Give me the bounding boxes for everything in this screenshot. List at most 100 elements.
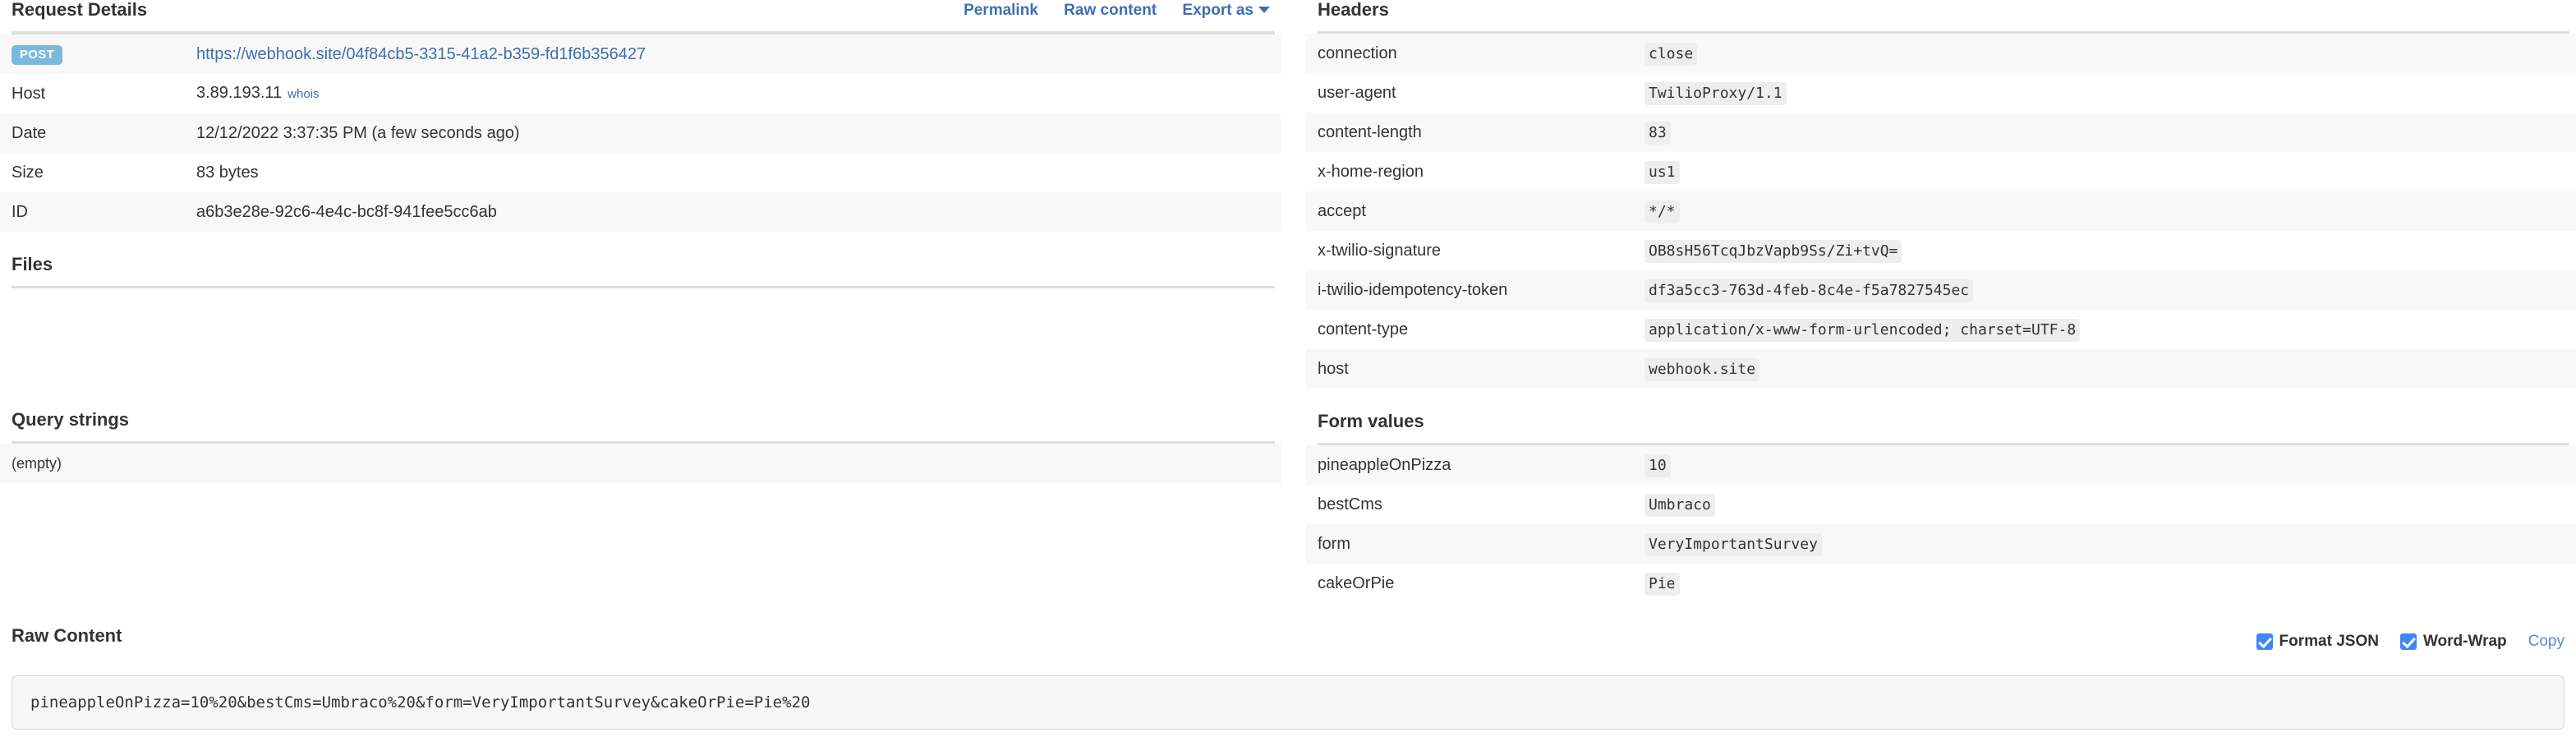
header-key-user-agent: user-agent — [1318, 84, 1396, 102]
word-wrap-toggle[interactable]: Word-Wrap — [2399, 633, 2507, 651]
table-row: connection close — [1306, 34, 2576, 73]
form-value-best-cms: Umbraco — [1644, 494, 2569, 517]
table-row: cakeOrPie Pie — [1306, 564, 2576, 603]
header-value-code: 83 — [1644, 122, 1671, 145]
query-strings-section: Query strings (empty) — [0, 410, 1281, 483]
row-key-host: Host — [12, 85, 46, 103]
request-actions: Permalink Raw content Export as — [942, 2, 1270, 20]
request-inspector-page: Request Details Permalink Raw content Ex… — [0, 0, 2576, 746]
header-value-content-length: 83 — [1644, 122, 2569, 145]
row-value-id: a6b3e28e-92c6-4e4c-bc8f-941fee5cc6ab — [196, 203, 497, 221]
header-key-x-twilio-signature: x-twilio-signature — [1318, 242, 1442, 260]
method-badge-cell: POST — [12, 44, 196, 65]
table-row-host: Host 3.89.193.11 whois — [0, 74, 1281, 113]
checkbox-checked-icon[interactable] — [2256, 633, 2273, 650]
table-row-id: ID a6b3e28e-92c6-4e4c-bc8f-941fee5cc6ab — [0, 192, 1281, 232]
request-details-rows: POST https://webhook.site/04f84cb5-3315-… — [0, 35, 1281, 232]
form-key-pineapple-on-pizza: pineappleOnPizza — [1318, 456, 1451, 474]
permalink-link[interactable]: Permalink — [964, 2, 1038, 19]
form-value-cake-or-pie: Pie — [1644, 573, 2569, 596]
header-value-code: df3a5cc3-763d-4feb-8c4e-f5a7827545ec — [1644, 279, 1974, 302]
whois-link[interactable]: whois — [288, 87, 319, 101]
form-key-form: form — [1318, 535, 1350, 553]
header-value-connection: close — [1644, 43, 2569, 66]
header-key-content-type: content-type — [1318, 320, 1409, 338]
request-details-header: Request Details Permalink Raw content Ex… — [0, 0, 1281, 31]
header-value-user-agent: TwilioProxy/1.1 — [1644, 82, 2569, 105]
table-row: content-type application/x-www-form-urle… — [1306, 310, 2576, 349]
raw-content-body[interactable]: pineappleOnPizza=10%20&bestCms=Umbraco%2… — [12, 675, 2564, 730]
row-key-size: Size — [12, 163, 44, 182]
form-values-section: Form values pineappleOnPizza 10 bestCms … — [1306, 412, 2576, 603]
table-row: i-twilio-idempotency-token df3a5cc3-763d… — [1306, 270, 2576, 310]
format-json-toggle[interactable]: Format JSON — [2256, 633, 2379, 651]
table-row: x-home-region us1 — [1306, 152, 2576, 191]
header-key-connection: connection — [1318, 44, 1397, 62]
headers-rows: connection close user-agent TwilioProxy/… — [1306, 34, 2576, 389]
export-as-label: Export as — [1182, 2, 1254, 19]
files-header: Files — [0, 255, 1281, 286]
form-values-rows: pineappleOnPizza 10 bestCms Umbraco form… — [1306, 445, 2576, 603]
form-key-cake-or-pie: cakeOrPie — [1318, 574, 1395, 592]
query-strings-empty-text: (empty) — [12, 454, 62, 472]
copy-button[interactable]: Copy — [2528, 633, 2564, 651]
request-url-link[interactable]: https://webhook.site/04f84cb5-3315-41a2-… — [196, 45, 646, 63]
form-values-header: Form values — [1306, 412, 2576, 443]
header-value-code: application/x-www-form-urlencoded; chars… — [1644, 319, 2081, 342]
table-row-method-url: POST https://webhook.site/04f84cb5-3315-… — [0, 35, 1281, 74]
header-value-i-twilio-idempotency-token: df3a5cc3-763d-4feb-8c4e-f5a7827545ec — [1644, 279, 2569, 302]
export-as-dropdown[interactable]: Export as — [1182, 2, 1270, 19]
form-key-best-cms: bestCms — [1318, 495, 1382, 513]
raw-content-section: Raw Content Format JSON Word-Wrap Copy p… — [0, 626, 2576, 730]
headers-section: Headers connection close user-agent Twil… — [1306, 0, 2576, 389]
row-value-host: 3.89.193.11 whois — [196, 83, 1275, 104]
header-key-accept: accept — [1318, 202, 1366, 220]
row-key-id: ID — [12, 203, 28, 221]
table-row-date: Date 12/12/2022 3:37:35 PM (a few second… — [0, 113, 1281, 153]
row-value-date: 12/12/2022 3:37:35 PM (a few seconds ago… — [196, 124, 520, 142]
table-row: bestCms Umbraco — [1306, 485, 2576, 524]
headers-header: Headers — [1306, 0, 2576, 31]
form-value-pineapple-on-pizza: 10 — [1644, 454, 2569, 477]
header-value-code: TwilioProxy/1.1 — [1644, 82, 1787, 105]
raw-content-title: Raw Content — [12, 625, 122, 646]
row-key-date: Date — [12, 124, 47, 142]
checkbox-checked-icon[interactable] — [2399, 633, 2417, 650]
table-row-size: Size 83 bytes — [0, 153, 1281, 192]
right-column: Headers connection close user-agent Twil… — [1306, 0, 2576, 603]
query-strings-header: Query strings — [0, 410, 1281, 441]
header-value-content-type: application/x-www-form-urlencoded; chars… — [1644, 319, 2569, 342]
form-value-code: 10 — [1644, 454, 1671, 477]
files-title: Files — [12, 254, 53, 274]
header-value-code: OB8sH56TcqJbzVapb9Ss/Zi+tvQ= — [1644, 240, 1902, 263]
status-badge: POST — [12, 45, 63, 65]
header-value-x-twilio-signature: OB8sH56TcqJbzVapb9Ss/Zi+tvQ= — [1644, 240, 2569, 263]
form-value-form: VeryImportantSurvey — [1644, 533, 2569, 556]
table-row: content-length 83 — [1306, 113, 2576, 152]
page-title: Request Details — [12, 0, 148, 20]
word-wrap-label: Word-Wrap — [2422, 633, 2507, 650]
table-row: user-agent TwilioProxy/1.1 — [1306, 73, 2576, 113]
table-row: pineappleOnPizza 10 — [1306, 445, 2576, 485]
files-section: Files — [0, 255, 1281, 410]
row-value-size: 83 bytes — [196, 163, 259, 182]
host-ip: 3.89.193.11 — [196, 84, 283, 102]
header-key-i-twilio-idempotency-token: i-twilio-idempotency-token — [1318, 281, 1508, 299]
header-value-host: webhook.site — [1644, 358, 2569, 381]
form-values-title: Form values — [1318, 411, 1424, 431]
request-details-section: Request Details Permalink Raw content Ex… — [0, 0, 1281, 232]
table-row: x-twilio-signature OB8sH56TcqJbzVapb9Ss/… — [1306, 231, 2576, 270]
header-value-code: webhook.site — [1644, 358, 1760, 381]
chevron-down-icon — [1258, 7, 1270, 13]
header-value-accept: */* — [1644, 200, 2569, 223]
table-row-query-empty: (empty) — [0, 444, 1281, 483]
raw-content-controls: Format JSON Word-Wrap Copy — [2235, 633, 2564, 651]
header-value-code: */* — [1644, 200, 1680, 223]
raw-content-header: Raw Content Format JSON Word-Wrap Copy — [0, 626, 2576, 661]
request-url-cell: https://webhook.site/04f84cb5-3315-41a2-… — [196, 44, 1275, 64]
table-row: form VeryImportantSurvey — [1306, 524, 2576, 564]
header-key-content-length: content-length — [1318, 123, 1422, 141]
raw-content-link[interactable]: Raw content — [1064, 2, 1157, 19]
header-key-host: host — [1318, 360, 1349, 378]
table-row: accept */* — [1306, 191, 2576, 231]
